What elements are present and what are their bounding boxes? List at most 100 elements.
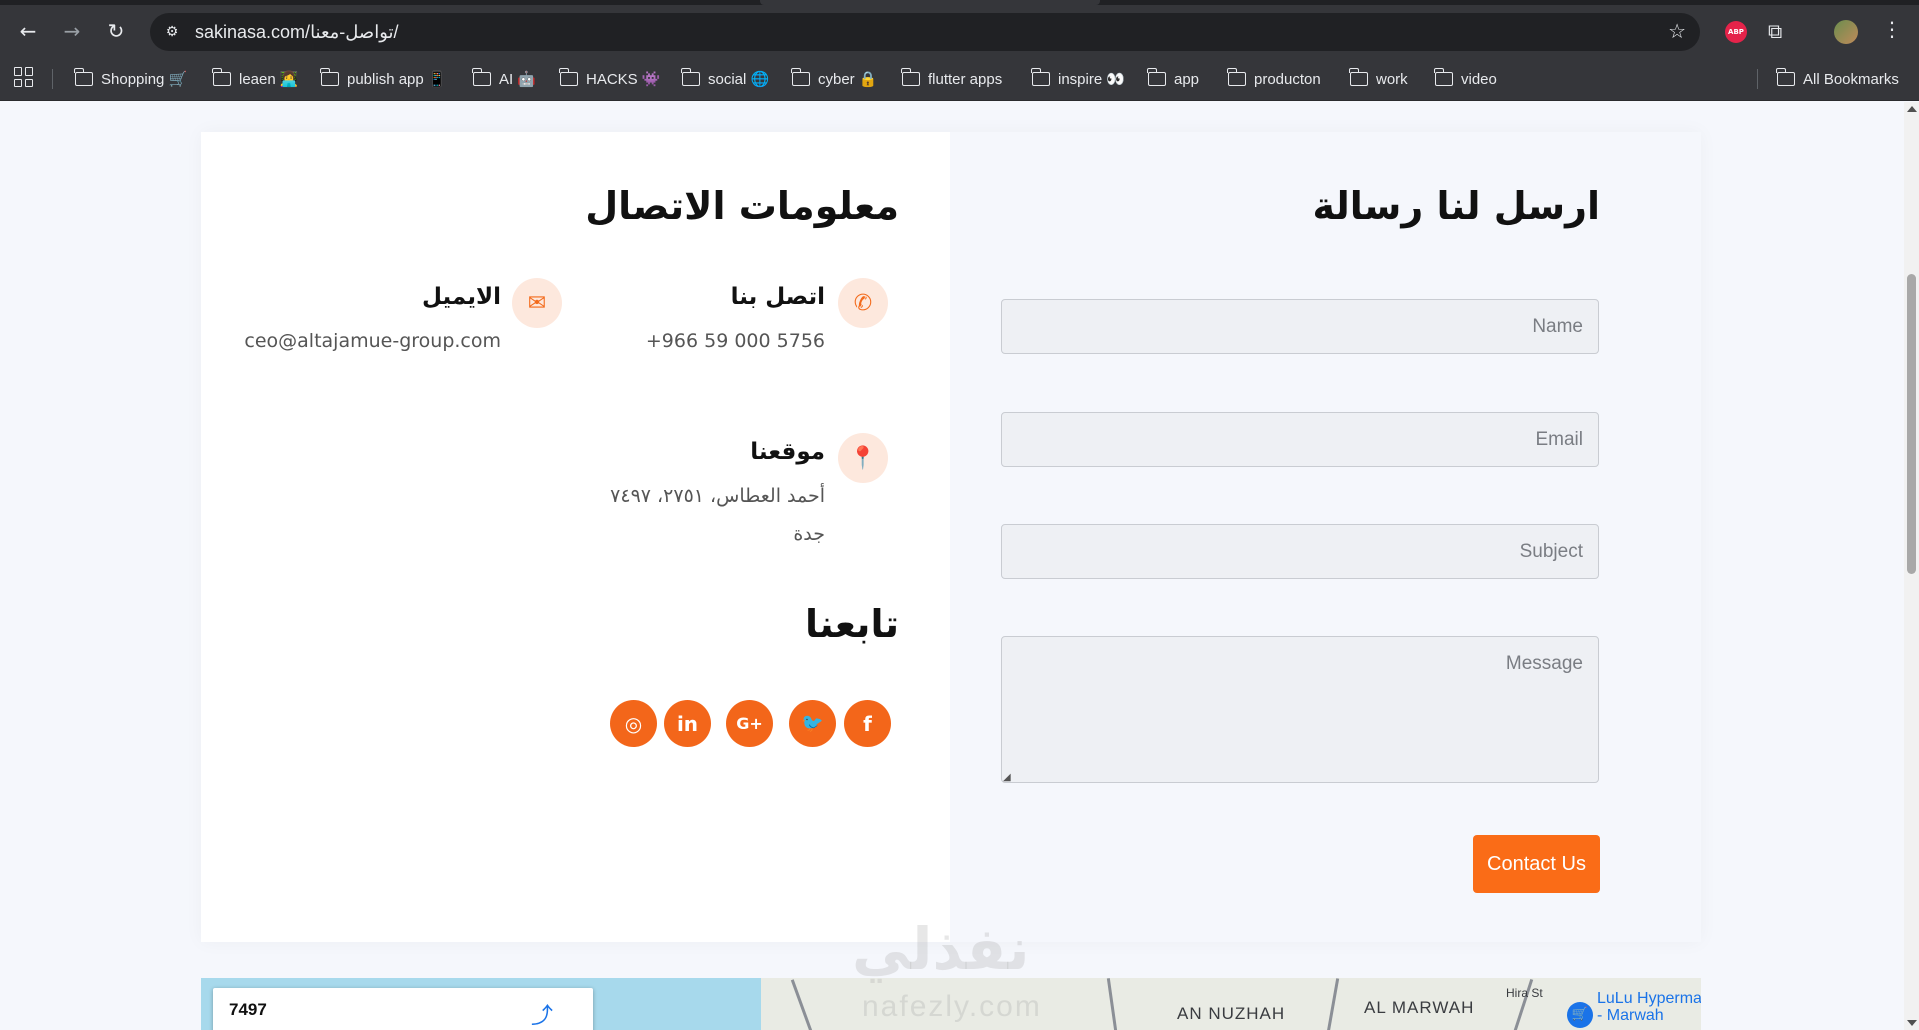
all-bookmarks-label: All Bookmarks xyxy=(1803,70,1899,88)
instagram-icon[interactable]: ◎ xyxy=(610,700,657,747)
map-label-hira: Hira St xyxy=(1506,986,1543,1000)
map-road xyxy=(790,979,815,1030)
map-road xyxy=(1106,978,1119,1030)
watermark-url: nafezly.com xyxy=(862,990,1042,1023)
extensions-icon[interactable]: ⧉ xyxy=(1768,19,1782,43)
bookmark-shopping[interactable]: Shopping 🛒 xyxy=(74,68,188,90)
folder-icon xyxy=(472,68,491,86)
bookmark-flutter-apps[interactable]: flutter apps xyxy=(901,68,1003,90)
watermark-logo: نفذلي xyxy=(852,915,1030,983)
envelope-icon: ✉ xyxy=(512,278,562,328)
bookmark-work[interactable]: work xyxy=(1349,68,1408,90)
bookmark-app[interactable]: app xyxy=(1147,68,1200,90)
contact-info-title: معلومات الاتصال xyxy=(585,184,899,228)
bookmark-label: flutter apps xyxy=(928,70,1003,88)
bookmark-label: HACKS 👾 xyxy=(586,71,661,88)
resize-grip-icon[interactable]: ◢ xyxy=(1003,772,1011,783)
bookmarks-divider xyxy=(52,69,53,89)
back-arrow-icon[interactable]: ← xyxy=(14,17,42,45)
bookmark-inspire[interactable]: inspire 👀 xyxy=(1031,68,1125,90)
folder-icon xyxy=(791,68,810,86)
phone-heading: اتصل بنا xyxy=(730,284,825,310)
map-poi-line2[interactable]: - Marwah xyxy=(1597,1007,1664,1024)
scroll-up-arrow-icon[interactable] xyxy=(1907,106,1917,112)
message-textarea[interactable] xyxy=(1001,636,1599,783)
map-label-nuzhah: AN NUZHAH xyxy=(1177,1004,1286,1023)
folder-icon xyxy=(320,68,339,86)
email-value[interactable]: ceo@altajamue-group.com xyxy=(244,330,501,352)
bookmark-cyber[interactable]: cyber 🔒 xyxy=(791,68,878,90)
menu-dots-icon[interactable]: ⋮ xyxy=(1882,17,1902,41)
bookmarks-bar: Shopping 🛒 leaen 👩‍💻 publish app 📱 AI 🤖 … xyxy=(0,57,1919,101)
email-input[interactable] xyxy=(1001,412,1599,467)
adblock-plus-icon[interactable]: ABP xyxy=(1725,21,1747,43)
folder-icon xyxy=(1776,68,1795,86)
linkedin-icon[interactable]: in xyxy=(664,700,711,747)
directions-icon[interactable]: ⤴ xyxy=(531,998,553,1030)
map-pin-icon: 📍 xyxy=(838,433,888,483)
bookmark-label: cyber 🔒 xyxy=(818,71,878,88)
bookmarks-divider xyxy=(1757,69,1758,89)
phone-number[interactable]: +966 59 000 5756 xyxy=(646,330,825,352)
site-settings-icon[interactable]: ⚙ xyxy=(160,20,184,44)
name-input[interactable] xyxy=(1001,299,1599,354)
map-search-value[interactable]: 7497 xyxy=(229,1000,267,1020)
location-line2: جدة xyxy=(793,523,825,545)
scroll-down-arrow-icon[interactable] xyxy=(1907,1020,1917,1026)
form-title: ارسل لنا رسالة xyxy=(1312,184,1600,228)
google-plus-icon[interactable]: G+ xyxy=(726,700,773,747)
folder-icon xyxy=(1031,68,1050,86)
follow-us-title: تابعنا xyxy=(804,602,899,646)
folder-icon xyxy=(1227,68,1246,86)
profile-avatar[interactable] xyxy=(1834,20,1858,44)
folder-icon xyxy=(212,68,231,86)
shopping-cart-icon[interactable]: 🛒 xyxy=(1567,1002,1593,1028)
contact-us-button[interactable]: Contact Us xyxy=(1473,835,1600,893)
bookmark-label: video xyxy=(1461,70,1497,88)
email-heading: الايميل xyxy=(422,284,501,310)
location-line1: أحمد العطاس، ٢٧٥١، ٧٤٩٧ xyxy=(610,485,825,507)
folder-icon xyxy=(1349,68,1368,86)
bookmark-video[interactable]: video xyxy=(1434,68,1497,90)
twitter-icon[interactable]: 🐦 xyxy=(789,700,836,747)
bookmark-label: Shopping 🛒 xyxy=(101,71,188,88)
bookmark-social[interactable]: social 🌐 xyxy=(681,68,770,90)
map-label-marwah: AL MARWAH xyxy=(1364,998,1475,1017)
folder-icon xyxy=(74,68,93,86)
bookmark-publish-app[interactable]: publish app 📱 xyxy=(320,68,447,90)
folder-icon xyxy=(559,68,578,86)
bookmark-label: AI 🤖 xyxy=(499,71,537,88)
bookmark-label: social 🌐 xyxy=(708,71,770,88)
folder-icon xyxy=(681,68,700,86)
bookmark-ai[interactable]: AI 🤖 xyxy=(472,68,537,90)
phone-icon: ✆ xyxy=(838,278,888,328)
facebook-icon[interactable]: f xyxy=(844,700,891,747)
bookmark-producton[interactable]: producton xyxy=(1227,68,1321,90)
bookmark-label: leaen 👩‍💻 xyxy=(239,71,299,88)
reload-icon[interactable]: ↻ xyxy=(102,17,130,45)
location-heading: موقعنا xyxy=(750,439,825,465)
bookmark-label: publish app 📱 xyxy=(347,71,447,88)
bookmark-leaen[interactable]: leaen 👩‍💻 xyxy=(212,68,299,90)
map-search-box[interactable]: 7497 ⤴ xyxy=(213,988,593,1030)
phone-value[interactable]: +966 59 000 5756 xyxy=(646,330,825,352)
subject-input[interactable] xyxy=(1001,524,1599,579)
bookmark-star-icon[interactable]: ☆ xyxy=(1668,19,1686,43)
address-bar[interactable]: ⚙ sakinasa.com/تواصل-معنا/ ☆ xyxy=(150,13,1700,51)
folder-icon xyxy=(1147,68,1166,86)
bookmark-label: app xyxy=(1174,70,1200,88)
bookmark-label: work xyxy=(1376,70,1408,88)
page-viewport: معلومات الاتصال ✆ اتصل بنا +966 59 000 5… xyxy=(0,102,1904,1030)
folder-icon xyxy=(901,68,920,86)
scroll-thumb[interactable] xyxy=(1907,274,1916,574)
apps-grid-icon[interactable] xyxy=(14,67,34,87)
map-road xyxy=(1325,978,1340,1030)
bookmark-label: producton xyxy=(1254,70,1321,88)
folder-icon xyxy=(1434,68,1453,86)
all-bookmarks[interactable]: All Bookmarks xyxy=(1776,68,1899,90)
bookmark-hacks[interactable]: HACKS 👾 xyxy=(559,68,661,90)
url-text[interactable]: sakinasa.com/تواصل-معنا/ xyxy=(195,22,399,43)
forward-arrow-icon[interactable]: → xyxy=(58,17,86,45)
page-scrollbar[interactable] xyxy=(1904,102,1919,1030)
map-poi-line1[interactable]: LuLu Hyperma xyxy=(1597,990,1701,1007)
